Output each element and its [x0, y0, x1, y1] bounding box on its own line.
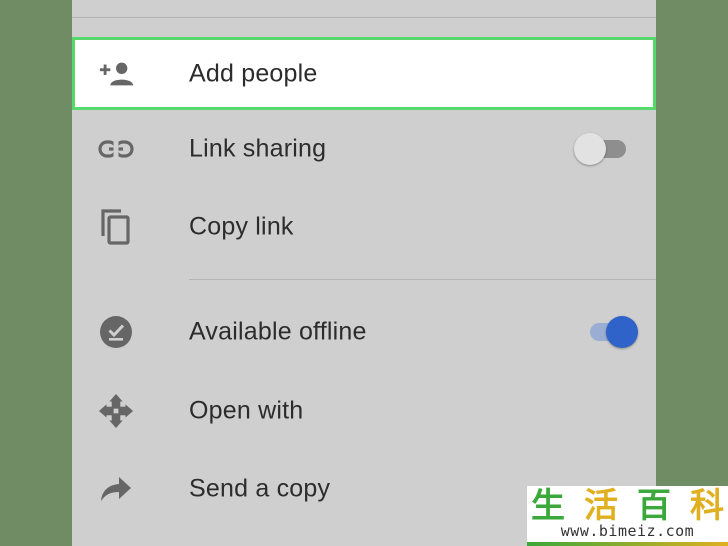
site-watermark: 生 活 百 科 www.bimeiz.com — [527, 486, 728, 546]
menu-item-label: Copy link — [189, 212, 294, 241]
menu-item-label: Send a copy — [189, 474, 331, 503]
menu-item-copy-link[interactable]: Copy link — [72, 192, 656, 262]
menu-item-label: Link sharing — [189, 134, 327, 163]
watermark-logo: 生 活 百 科 — [531, 486, 724, 526]
watermark-stripe — [527, 542, 728, 546]
link-sharing-toggle[interactable] — [574, 131, 634, 167]
share-arrow-icon — [98, 471, 134, 507]
open-with-icon — [98, 393, 134, 429]
top-divider — [72, 17, 656, 18]
link-icon — [98, 131, 134, 167]
person-add-icon — [98, 56, 134, 92]
copy-icon — [98, 209, 134, 245]
section-divider — [189, 279, 656, 280]
offline-check-icon — [98, 314, 134, 350]
menu-item-available-offline[interactable]: Available offline — [72, 297, 656, 367]
menu-item-open-with[interactable]: Open with — [72, 376, 656, 446]
menu-item-add-people[interactable]: Add people — [72, 37, 656, 110]
menu-item-link-sharing[interactable]: Link sharing — [72, 114, 656, 184]
available-offline-toggle[interactable] — [584, 314, 644, 350]
menu-item-label: Open with — [189, 396, 304, 425]
menu-item-label: Add people — [189, 59, 318, 87]
watermark-url: www.bimeiz.com — [560, 522, 695, 540]
menu-item-label: Available offline — [189, 317, 367, 346]
